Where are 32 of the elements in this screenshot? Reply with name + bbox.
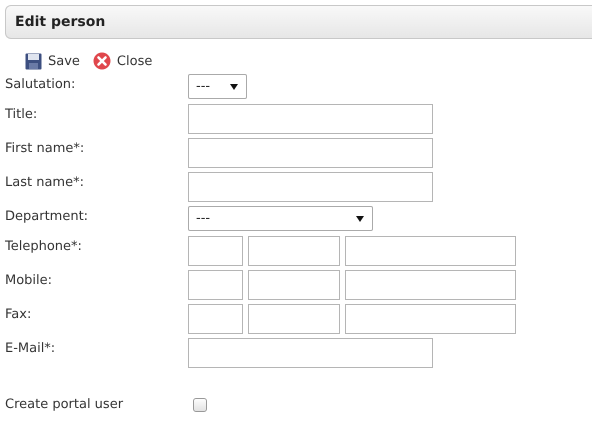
input-field[interactable] [188,304,243,334]
page-title: Edit person [15,14,106,30]
field-label: First name*: [5,140,86,156]
input-field[interactable] [188,338,433,368]
field-label: Create portal user [5,396,124,412]
input-field[interactable] [188,236,243,266]
field-label: Fax: [5,306,32,322]
input-field[interactable] [248,270,340,300]
field-label: E-Mail*: [5,340,56,356]
input-field[interactable] [188,172,433,202]
field-label: Title: [5,106,38,122]
input-field[interactable] [248,304,340,334]
dropdown[interactable]: --- [188,74,247,99]
caret-icon [230,84,238,90]
caret-icon [356,216,364,222]
input-field[interactable] [188,138,433,168]
input-field[interactable] [345,304,516,334]
field-label: Mobile: [5,272,54,288]
field-label: Salutation: [5,76,76,92]
input-field[interactable] [188,104,433,134]
field-label: Department: [5,208,90,224]
input-field[interactable] [188,270,243,300]
field-label: Telephone*: [5,238,83,254]
checkbox[interactable] [193,398,207,412]
input-field[interactable] [248,236,340,266]
close-icon [92,52,111,70]
close-button[interactable]: Close [92,52,152,70]
save-button[interactable]: Save [25,52,80,70]
dropdown[interactable]: --- [188,206,373,231]
input-field[interactable] [345,236,516,266]
field-label: Last name*: [5,174,85,190]
input-field[interactable] [345,270,516,300]
